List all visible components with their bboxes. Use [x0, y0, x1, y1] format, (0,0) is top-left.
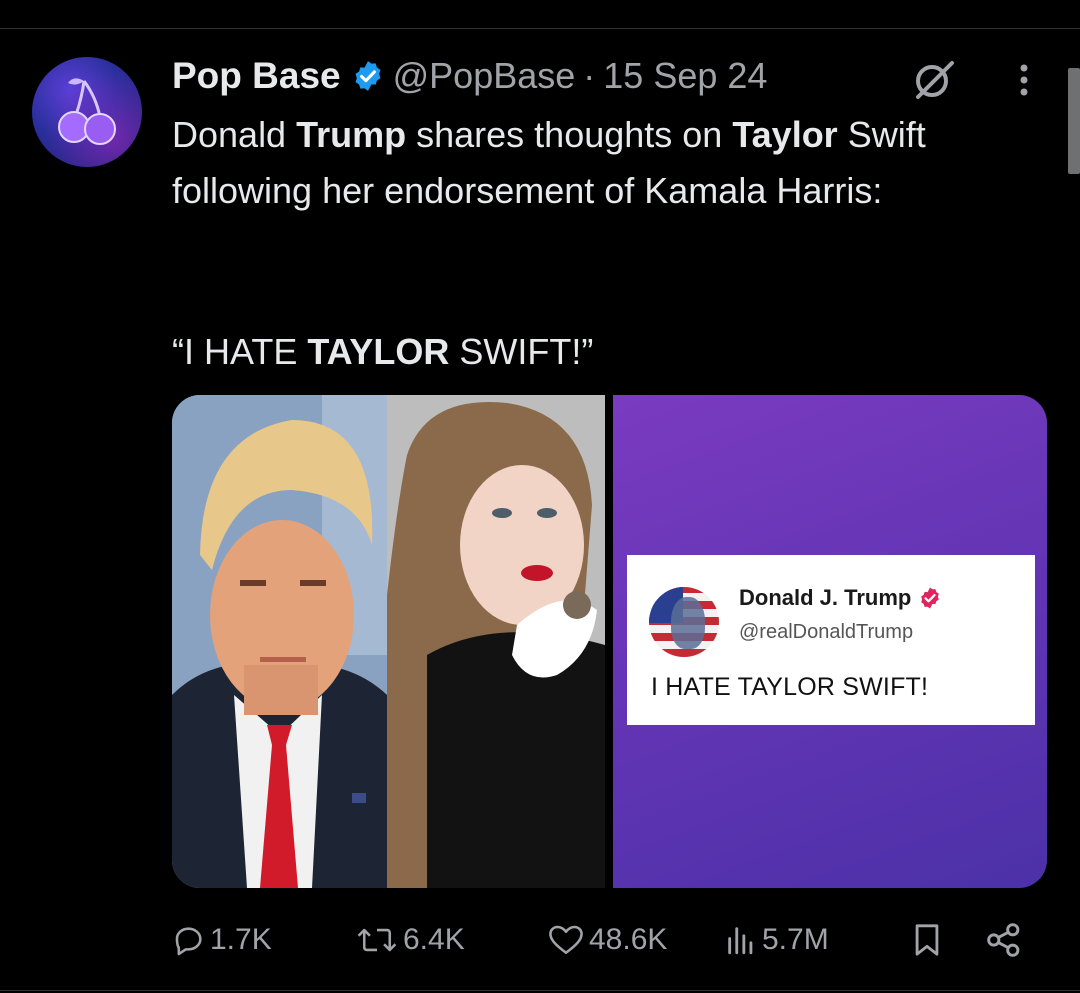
- views-count: 5.7M: [762, 923, 829, 956]
- reply-icon: [175, 927, 202, 956]
- quoted-tweet-image: Donald J. Trump @realDonaldTrump I HATE …: [613, 395, 1047, 888]
- author-handle[interactable]: @PopBase: [393, 55, 576, 97]
- tweet-media[interactable]: Donald J. Trump @realDonaldTrump I HATE …: [172, 395, 1047, 888]
- embedded-post-card: Donald J. Trump @realDonaldTrump I HATE …: [627, 555, 1035, 725]
- like-button[interactable]: 48.6K: [547, 915, 667, 965]
- cherries-logo-icon: [58, 78, 116, 145]
- top-divider: [0, 28, 1080, 29]
- media-gap: [605, 395, 613, 888]
- taylor-photo: [387, 395, 605, 888]
- share-button[interactable]: [984, 915, 1024, 965]
- author-display-name[interactable]: Pop Base: [172, 55, 341, 97]
- trump-photo: [172, 395, 387, 888]
- heart-icon: [549, 925, 583, 955]
- embedded-name: Donald J. Trump: [739, 585, 912, 610]
- quote-part: “I HATE: [172, 331, 308, 372]
- tweet-text-bold: Trump: [296, 114, 407, 155]
- repost-button[interactable]: 6.4K: [355, 915, 465, 965]
- repost-count: 6.4K: [403, 923, 465, 956]
- reply-button[interactable]: 1.7K: [172, 915, 272, 965]
- repost-icon: [357, 928, 397, 952]
- tweet-header: Pop Base @PopBase · 15 Sep 24: [172, 52, 767, 100]
- share-icon: [987, 923, 1020, 957]
- tweet-text-part: shares thoughts on: [406, 114, 733, 155]
- quote-bold: TAYLOR: [307, 331, 450, 372]
- tweet-text: Donald Trump shares thoughts on Taylor S…: [172, 107, 1032, 219]
- bottom-divider: [0, 990, 1080, 991]
- bookmark-button[interactable]: [910, 915, 944, 965]
- author-avatar[interactable]: [32, 57, 142, 167]
- embedded-verified-icon: [918, 586, 942, 610]
- views-button[interactable]: 5.7M: [724, 915, 829, 965]
- tweet-quote: “I HATE TAYLOR SWIFT!”: [172, 324, 593, 380]
- more-options-icon[interactable]: [1006, 60, 1042, 100]
- scrollbar-thumb[interactable]: [1068, 68, 1080, 174]
- tweet-text-part: Donald: [172, 114, 297, 155]
- embedded-text: I HATE TAYLOR SWIFT!: [651, 673, 929, 701]
- quote-part: SWIFT!”: [449, 331, 594, 372]
- tweet-text-bold: Taylor: [732, 114, 838, 155]
- like-count: 48.6K: [589, 923, 668, 956]
- embedded-handle: @realDonaldTrump: [739, 621, 914, 643]
- views-chart-icon: [728, 927, 753, 955]
- tweet-date[interactable]: 15 Sep 24: [603, 55, 767, 97]
- grok-icon[interactable]: [910, 55, 958, 103]
- reply-count: 1.7K: [210, 923, 272, 956]
- verified-badge-icon[interactable]: [351, 59, 385, 93]
- embedded-avatar: [649, 587, 719, 657]
- action-bar: 1.7K 6.4K 48.6K 5.7M: [172, 915, 1032, 965]
- bookmark-icon: [915, 924, 939, 956]
- separator-dot: ·: [583, 55, 596, 96]
